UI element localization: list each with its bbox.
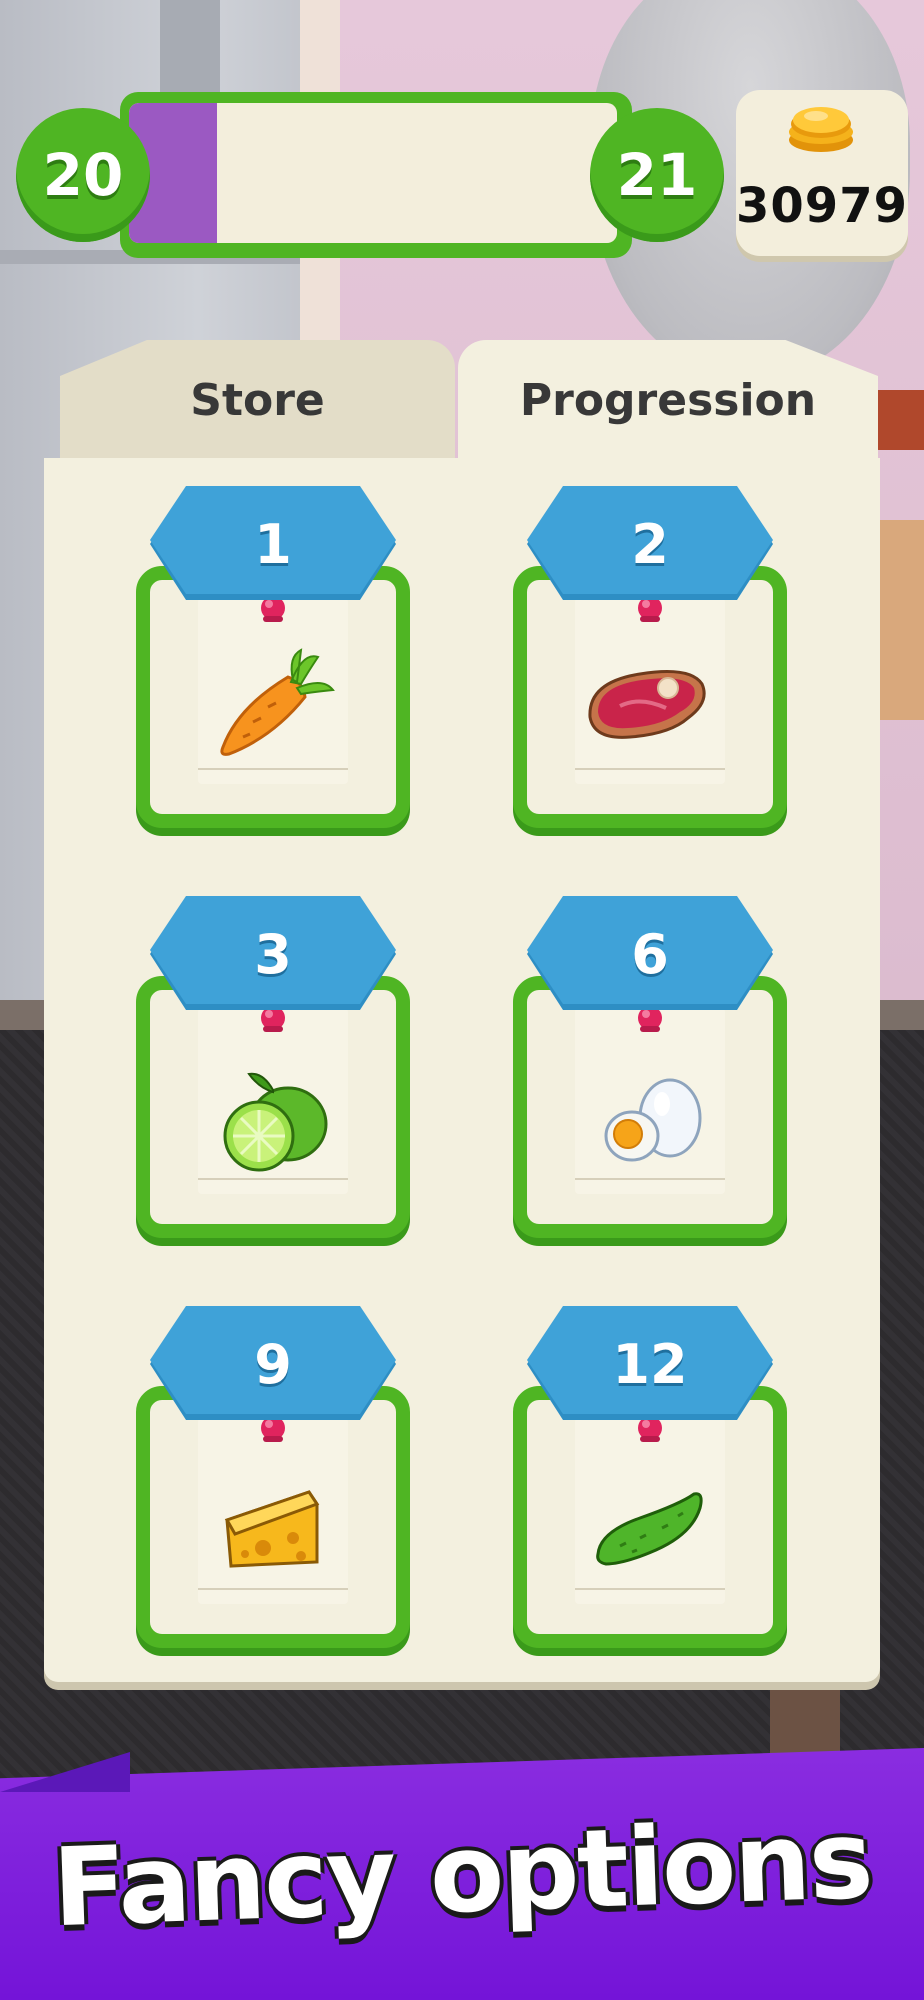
unlock-card[interactable]: 6 xyxy=(513,896,787,1238)
coin-counter[interactable]: 30979 xyxy=(736,90,908,256)
coin-stack-icon xyxy=(789,107,853,152)
coin-amount: 30979 xyxy=(736,178,908,234)
unlock-card[interactable]: 12 xyxy=(513,1306,787,1648)
tab-progression[interactable]: Progression xyxy=(458,340,878,460)
current-level-badge: 20 xyxy=(16,108,150,242)
unlock-level-number: 9 xyxy=(254,1332,292,1396)
next-level-badge: 21 xyxy=(590,108,724,242)
unlock-card[interactable]: 1 xyxy=(136,486,410,828)
tab-store[interactable]: Store xyxy=(60,340,455,460)
boiled-egg-icon xyxy=(604,1078,702,1162)
carrot-icon xyxy=(220,648,335,756)
steak-icon xyxy=(588,670,706,739)
unlock-level-number: 12 xyxy=(612,1332,688,1396)
unlock-card[interactable]: 2 xyxy=(513,486,787,828)
unlock-level-number: 2 xyxy=(631,512,669,576)
cheese-icon xyxy=(224,1490,320,1568)
unlock-card[interactable]: 9 xyxy=(136,1306,410,1648)
pickle-icon xyxy=(596,1492,703,1566)
lime-icon xyxy=(223,1072,328,1172)
unlock-level-number: 3 xyxy=(254,922,292,986)
unlock-level-number: 6 xyxy=(631,922,669,986)
xp-bar xyxy=(129,103,617,243)
unlock-card[interactable]: 3 xyxy=(136,896,410,1238)
unlock-level-number: 1 xyxy=(254,512,292,576)
